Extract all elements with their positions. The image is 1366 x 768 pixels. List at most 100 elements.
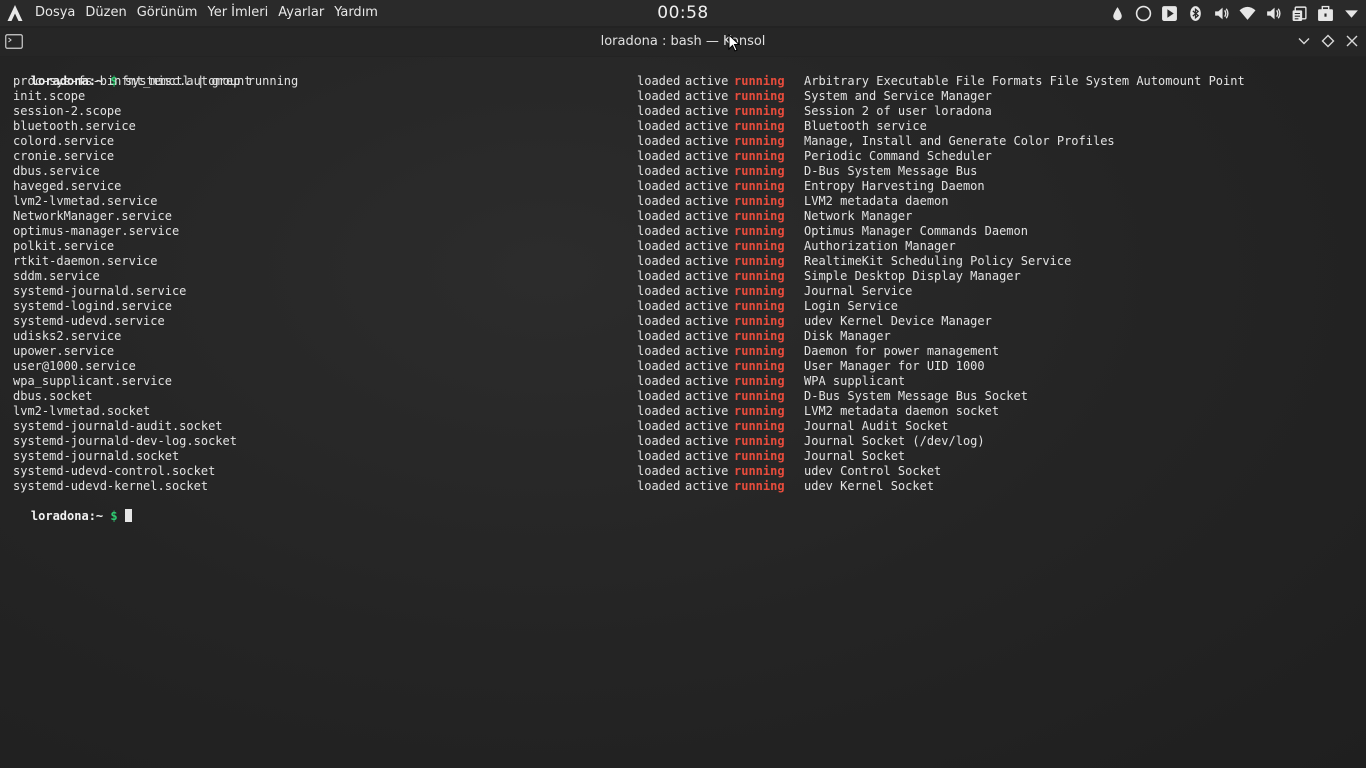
- unit-sub-state: running: [734, 464, 785, 478]
- unit-load-state: loaded: [637, 254, 681, 268]
- unit-description: Journal Service: [804, 284, 913, 298]
- unit-name: user@1000.service: [13, 359, 136, 373]
- unit-row: optimus-manager.service loaded active runni…: [0, 224, 1366, 239]
- unit-load-state: loaded: [637, 359, 681, 373]
- unit-sub-state: running: [734, 344, 785, 358]
- unit-name: systemd-logind.service: [13, 299, 172, 313]
- unit-description: Bluetooth service: [804, 119, 927, 133]
- menu-help[interactable]: Yardım: [329, 0, 383, 26]
- unit-description: Journal Socket: [804, 449, 906, 463]
- unit-description: Network Manager: [804, 209, 913, 223]
- top-panel: Dosya Düzen Görünüm Yer İmleri Ayarlar Y…: [0, 0, 1366, 26]
- clipboard-icon[interactable]: [1291, 5, 1308, 22]
- unit-active-state: active: [685, 134, 729, 148]
- circle-icon[interactable]: [1135, 5, 1152, 22]
- unit-name: polkit.service: [13, 239, 115, 253]
- unit-row: rtkit-daemon.service loaded active running R…: [0, 254, 1366, 269]
- unit-active-state: active: [685, 194, 729, 208]
- unit-row: lvm2-lvmetad.socket loaded active running LV…: [0, 404, 1366, 419]
- unit-sub-state: running: [734, 284, 785, 298]
- bluetooth-icon[interactable]: [1187, 5, 1204, 22]
- menu-view[interactable]: Görünüm: [132, 0, 203, 26]
- unit-sub-state: running: [734, 329, 785, 343]
- unit-load-state: loaded: [637, 464, 681, 478]
- unit-name: systemd-journald-dev-log.socket: [13, 434, 237, 448]
- unit-description: D-Bus System Message Bus: [804, 164, 978, 178]
- maximize-diamond-icon[interactable]: [1320, 33, 1336, 49]
- unit-description: Simple Desktop Display Manager: [804, 269, 1021, 283]
- unit-sub-state: running: [734, 434, 785, 448]
- system-tray: [1109, 0, 1360, 26]
- menu-edit[interactable]: Düzen: [80, 0, 131, 26]
- play-icon[interactable]: [1161, 5, 1178, 22]
- window-titlebar[interactable]: loradona : bash — Konsol: [0, 28, 1366, 56]
- unit-row: user@1000.service loaded active running User…: [0, 359, 1366, 374]
- unit-active-state: active: [685, 344, 729, 358]
- unit-sub-state: running: [734, 269, 785, 283]
- unit-description: Arbitrary Executable File Formats File S…: [804, 74, 1245, 88]
- unit-name: lvm2-lvmetad.socket: [13, 404, 151, 418]
- unit-name: systemd-udevd.service: [13, 314, 165, 328]
- unit-sub-state: running: [734, 314, 785, 328]
- menu-bookmarks[interactable]: Yer İmleri: [202, 0, 273, 26]
- wifi-icon[interactable]: [1239, 5, 1256, 22]
- unit-load-state: loaded: [637, 209, 681, 223]
- mouse-pointer-icon: [728, 34, 740, 52]
- unit-row: sddm.service loaded active running Simple De…: [0, 269, 1366, 284]
- unit-row: wpa_supplicant.service loaded active runnin…: [0, 374, 1366, 389]
- unit-name: udisks2.service: [13, 329, 122, 343]
- unit-active-state: active: [685, 239, 729, 253]
- volume-icon[interactable]: [1213, 5, 1230, 22]
- clock[interactable]: 00:58: [623, 0, 743, 26]
- minimize-chevron-icon[interactable]: [1296, 33, 1312, 49]
- ink-drop-icon[interactable]: [1109, 5, 1126, 22]
- unit-row: lvm2-lvmetad.service loaded active running L…: [0, 194, 1366, 209]
- unit-active-state: active: [685, 89, 729, 103]
- menu-file[interactable]: Dosya: [30, 0, 80, 26]
- unit-sub-state: running: [734, 179, 785, 193]
- unit-name: systemd-udevd-control.socket: [13, 464, 216, 478]
- terminal-output[interactable]: loradona:~ $ systemctl | grep running pr…: [0, 57, 1366, 768]
- unit-description: Journal Socket (/dev/log): [804, 434, 985, 448]
- unit-description: D-Bus System Message Bus Socket: [804, 389, 1028, 403]
- unit-row: bluetooth.service loaded active running Blue…: [0, 119, 1366, 134]
- unit-row: haveged.service loaded active running Entrop…: [0, 179, 1366, 194]
- prompt-user: loradona:~: [30, 509, 104, 523]
- unit-name: systemd-udevd-kernel.socket: [13, 479, 209, 493]
- unit-active-state: active: [685, 299, 729, 313]
- unit-row: systemd-udevd-kernel.socket loaded active r…: [0, 479, 1366, 494]
- unit-name: dbus.service: [13, 164, 100, 178]
- unit-load-state: loaded: [637, 419, 681, 433]
- window-controls: [1296, 33, 1360, 49]
- unit-description: Periodic Command Scheduler: [804, 149, 992, 163]
- unit-sub-state: running: [734, 359, 785, 373]
- unit-active-state: active: [685, 419, 729, 433]
- unit-active-state: active: [685, 389, 729, 403]
- unit-description: Daemon for power management: [804, 344, 1000, 358]
- dropdown-arrow-icon[interactable]: [1343, 5, 1360, 22]
- unit-active-state: active: [685, 314, 729, 328]
- unit-active-state: active: [685, 254, 729, 268]
- unit-active-state: active: [685, 179, 729, 193]
- unit-description: udev Kernel Socket: [804, 479, 935, 493]
- unit-row: systemd-journald.service loaded active runn…: [0, 284, 1366, 299]
- unit-description: RealtimeKit Scheduling Policy Service: [804, 254, 1072, 268]
- unit-row: colord.service loaded active running Manage,…: [0, 134, 1366, 149]
- volume-secondary-icon[interactable]: [1265, 5, 1282, 22]
- unit-load-state: loaded: [637, 299, 681, 313]
- briefcase-icon[interactable]: [1317, 5, 1334, 22]
- unit-row: systemd-journald.socket loaded active runni…: [0, 449, 1366, 464]
- unit-row: dbus.service loaded active running D-Bus Sys…: [0, 164, 1366, 179]
- menu-settings[interactable]: Ayarlar: [273, 0, 329, 26]
- active-prompt-line[interactable]: loradona:~ $: [2, 494, 132, 523]
- unit-sub-state: running: [734, 299, 785, 313]
- unit-row: NetworkManager.service loaded active runnin…: [0, 209, 1366, 224]
- unit-active-state: active: [685, 119, 729, 133]
- unit-sub-state: running: [734, 104, 785, 118]
- unit-load-state: loaded: [637, 149, 681, 163]
- close-icon[interactable]: [1344, 33, 1360, 49]
- arch-logo-icon[interactable]: [0, 0, 30, 26]
- unit-name: session-2.scope: [13, 104, 122, 118]
- unit-description: udev Control Socket: [804, 464, 942, 478]
- unit-description: WPA supplicant: [804, 374, 906, 388]
